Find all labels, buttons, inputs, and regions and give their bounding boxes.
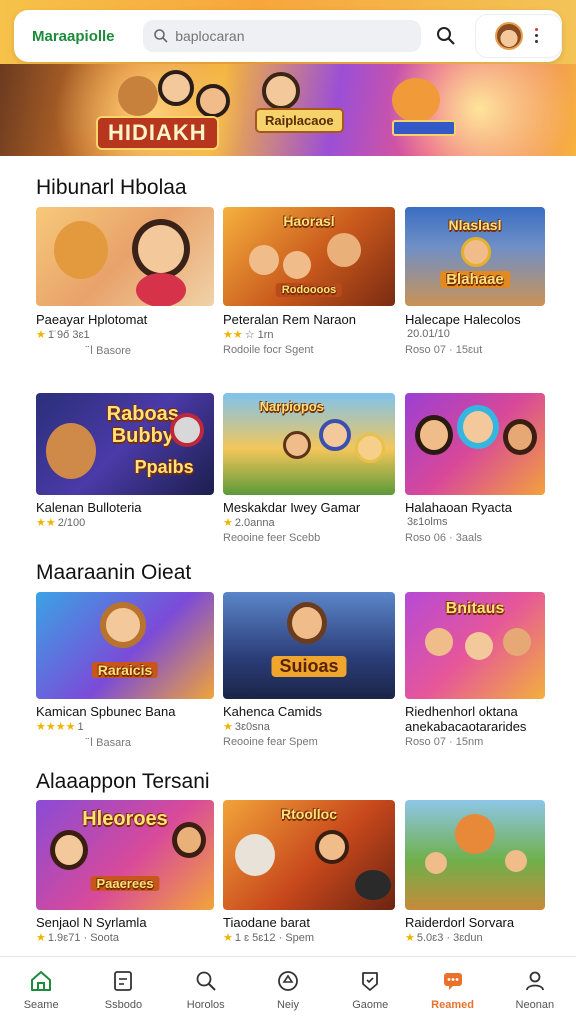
game-thumbnail[interactable]: Nlaslasl Blahaae [405,207,545,306]
game-rating: ★★★★ 1 [36,721,84,733]
game-thumbnail[interactable] [36,207,214,306]
game-title[interactable]: Halahaoan Ryacta [405,500,512,515]
game-meta: Reooine fear Spem [223,736,318,748]
game-rating: 3ɛ1olms [407,516,448,528]
circle-icon [278,971,298,991]
game-title[interactable]: Paeayar Hplotomat [36,312,147,327]
search-button[interactable] [431,21,461,51]
game-thumbnail[interactable]: Haorasl Rodoooos [223,207,395,306]
game-title[interactable]: Meskakdar Iwey Gamar [223,500,360,515]
game-title[interactable]: Senjaol N Syrlamla [36,915,147,930]
section-title: Alaaappon Tersani [36,770,210,793]
game-thumbnail[interactable] [405,393,545,495]
nav-item-home[interactable]: Seame [0,957,82,1024]
game-meta: ﺍ̈ Basara [90,737,131,749]
nav-item-board[interactable]: Ssbodo [82,957,164,1024]
hero-banner[interactable]: HIDIAKH Raiplacaoe [0,64,576,156]
banner-title: HIDIAKH [96,116,219,150]
game-thumbnail[interactable]: Bnitaus [405,592,545,699]
section-title: Maaraanin Oieat [36,561,192,584]
badge-icon [362,972,379,991]
game-thumbnail[interactable]: Raraicis [36,592,214,699]
nav-item-games[interactable]: Gaome [329,957,411,1024]
search-bar[interactable] [143,20,421,52]
game-title[interactable]: Tiaodane barat [223,915,310,930]
nav-label: Neonan [515,999,555,1011]
game-title[interactable]: Peteralan Rem Naraon [223,312,356,327]
game-thumbnail[interactable]: Raboas Bubby Ppaibs [36,393,214,495]
game-meta: Reooine feer Scebb [223,532,321,544]
game-meta: ﺍ̈ Basorе [90,345,131,357]
bottom-nav: Seame Ssbodo Horolos Neiy Gaome Reamed N… [0,956,576,1024]
game-rating: ★ 1 ɛ 5ɛ12 · Spem [223,932,315,944]
search-icon [196,971,216,991]
nav-label: Horolos [186,999,225,1011]
game-thumbnail[interactable] [405,800,545,910]
game-title[interactable]: Kahenca Camids [223,704,322,719]
game-meta: Roso 07 · 15nm [405,736,484,748]
chat-icon [443,973,462,990]
game-rating: 20.01/10 [407,328,450,340]
nav-item-search[interactable]: Horolos [165,957,247,1024]
square-icon [114,971,133,991]
game-thumbnail[interactable]: Rtoolloc [223,800,395,910]
nav-label: Gaome [352,999,389,1011]
game-rating: ★ 5.0ɛ3 · 3ɛdun [405,932,483,944]
game-title[interactable]: Halecape Halecolos [405,312,521,327]
section-title: Hibunarl Hbolaa [36,176,187,199]
nav-item-reamed[interactable]: Reamed [411,957,493,1024]
game-title[interactable]: Kamican Spbunec Bana [36,704,175,719]
game-meta: Rodoile focr Sgent [223,344,314,356]
game-meta: Roso 06 · 3aals [405,532,483,544]
nav-label: Seame [23,999,59,1011]
search-input[interactable] [175,28,416,44]
search-icon [436,27,455,45]
game-rating: ★★ 2/100 [36,517,86,529]
game-rating: ★★ ☆ 1rn [223,329,274,341]
nav-label: Reamed [431,999,474,1011]
game-title-line2: anekabacaotararides [405,719,527,734]
game-rating: ★ 3ɛ0sna [223,721,270,733]
nav-label: Neiy [276,999,299,1011]
nav-label: Ssbodo [104,999,143,1011]
search-icon [154,29,168,43]
game-thumbnail[interactable]: Hleoroes Paaerees [36,800,214,910]
game-rating: ★ 1̈ 9ő 3ɛ1 [36,329,90,341]
avatar[interactable] [495,22,524,50]
top-header: Maraapiolle [14,10,562,62]
home-icon [31,971,52,991]
nav-item-profile[interactable]: Neonan [494,957,576,1024]
nav-item-new[interactable]: Neiy [247,957,329,1024]
game-thumbnail[interactable]: Suioas [223,592,395,699]
more-icon[interactable] [533,28,541,44]
game-rating: ★ 2.0anna [223,517,275,529]
banner-sign: Raiplacaoe [255,108,344,133]
game-rating: ★ 1.9ɛ71 · Soota [36,932,119,944]
user-menu[interactable] [474,14,562,58]
app-logo[interactable]: Maraapiolle [32,28,127,45]
game-title[interactable]: Kalenan Bulloteria [36,500,142,515]
game-title[interactable]: Raiderdorl Sorvara [405,915,514,930]
game-title[interactable]: Riedhenhorl oktana [405,704,518,719]
game-meta: Roso 07 · 15ɛut [405,344,483,356]
game-thumbnail[interactable]: Narpiopos [223,393,395,495]
user-icon [525,971,544,991]
